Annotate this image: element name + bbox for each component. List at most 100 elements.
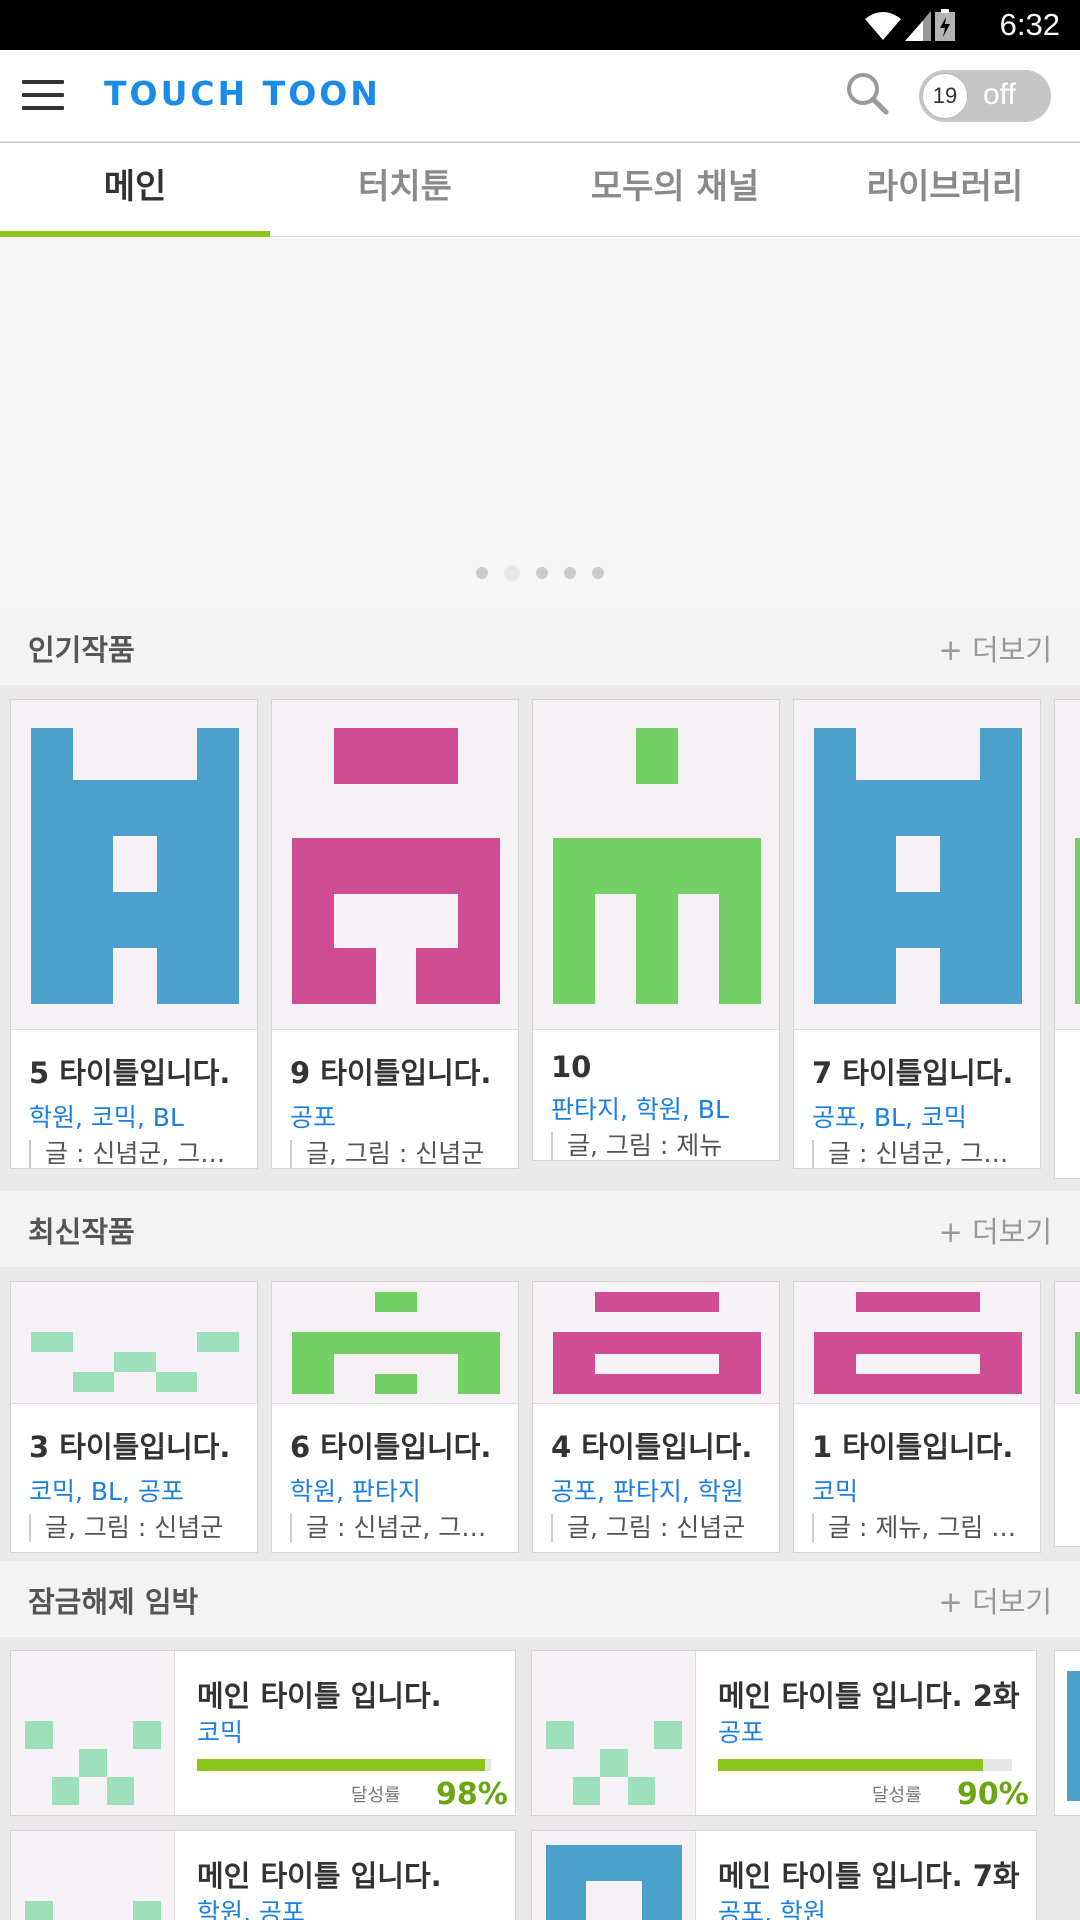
progress-fill xyxy=(718,1759,983,1771)
unlock-card[interactable]: 메인 타이틀 입니다. 학원, 공포 xyxy=(10,1830,516,1920)
comic-thumbnail xyxy=(1055,1282,1080,1404)
comic-thumbnail xyxy=(794,1282,1040,1404)
comic-card[interactable]: 5 타이틀입니다. 학원, 코믹, BL 글 : 신념군, 그림 : 제뉴 xyxy=(10,699,258,1169)
comic-genres: 공포, 판타지, 학원 xyxy=(551,1477,744,1506)
carousel-dot[interactable] xyxy=(476,567,488,579)
comic-thumbnail xyxy=(1055,700,1080,1030)
comic-thumbnail xyxy=(11,700,257,1030)
comic-author: 글 : 신념군, 그림 : 제뉴 xyxy=(29,1140,257,1168)
comic-genres: 코믹 xyxy=(812,1477,859,1506)
comic-author: 글, 그림 : 신념군 xyxy=(551,1514,779,1542)
unlock-title: 메인 타이틀 입니다. 2화 xyxy=(718,1679,1020,1713)
comic-card[interactable]: 1 타이틀입니다. 코믹 글 : 제뉴, 그림 : 신념군 xyxy=(793,1281,1041,1553)
comic-genres: 공포 xyxy=(290,1103,337,1132)
comic-genres: 판타지, 학원, BL xyxy=(551,1095,729,1124)
hamburger-menu-icon[interactable] xyxy=(22,80,64,110)
more-button[interactable]: + 더보기 xyxy=(938,1579,1052,1621)
more-button[interactable]: + 더보기 xyxy=(938,627,1052,669)
comic-card-partial[interactable] xyxy=(1054,1281,1080,1547)
unlock-thumbnail xyxy=(532,1831,696,1920)
app-logo[interactable]: TOUCH TOON xyxy=(104,74,381,113)
unlock-list[interactable]: 메인 타이틀 입니다. 코믹 달성률 98% 메인 타이틀 입니다. 2화 공포… xyxy=(0,1637,1080,1920)
unlock-card[interactable]: 메인 타이틀 입니다. 2화 공포 달성률 90% xyxy=(531,1650,1037,1816)
unlock-card[interactable]: 메인 타이틀 입니다. 7화 공포, 학원 xyxy=(531,1830,1037,1920)
section-title: 인기작품 xyxy=(28,633,135,667)
toggle-state-label: off xyxy=(983,78,1016,111)
comic-author: 글 : 제뉴, 그림 : 신념군 xyxy=(812,1514,1040,1542)
banner-carousel[interactable] xyxy=(0,237,1080,609)
comic-title: 10 xyxy=(551,1050,592,1084)
unlock-card[interactable]: 메인 타이틀 입니다. 코믹 달성률 98% xyxy=(10,1650,516,1816)
comic-card[interactable]: 4 타이틀입니다. 공포, 판타지, 학원 글, 그림 : 신념군 xyxy=(532,1281,780,1553)
carousel-indicator xyxy=(0,565,1080,581)
comic-thumbnail xyxy=(794,700,1040,1030)
unlock-thumbnail xyxy=(532,1651,696,1815)
more-button[interactable]: + 더보기 xyxy=(938,1209,1052,1251)
comic-thumbnail xyxy=(272,700,518,1030)
tab-everyone-channel[interactable]: 모두의 채널 xyxy=(540,143,810,236)
carousel-dot-active[interactable] xyxy=(504,565,520,581)
carousel-dot[interactable] xyxy=(536,567,548,579)
popular-list[interactable]: 5 타이틀입니다. 학원, 코믹, BL 글 : 신념군, 그림 : 제뉴 9 … xyxy=(0,685,1080,1191)
unlock-title: 메인 타이틀 입니다. xyxy=(197,1859,442,1893)
comic-genres: 코믹, BL, 공포 xyxy=(29,1477,184,1506)
comic-author: 글, 그림 : 신념군 xyxy=(29,1514,257,1542)
popular-section-header: 인기작품 + 더보기 xyxy=(0,609,1080,685)
comic-card[interactable]: 7 타이틀입니다. 공포, BL, 코믹 글 : 신념군, 그림 : 제뉴 xyxy=(793,699,1041,1169)
comic-author: 글 : 신념군, 그림 : 제뉴 xyxy=(812,1140,1040,1168)
unlock-thumbnail xyxy=(11,1651,175,1815)
comic-author: 글, 그림 : 신념군 xyxy=(290,1140,518,1168)
comic-genres: 공포, BL, 코믹 xyxy=(812,1103,967,1132)
comic-genres: 학원, 판타지 xyxy=(290,1477,421,1506)
comic-title: 6 타이틀입니다. xyxy=(290,1430,492,1464)
tab-library[interactable]: 라이브러리 xyxy=(810,143,1080,236)
clock: 6:32 xyxy=(999,7,1060,42)
comic-card[interactable]: 9 타이틀입니다. 공포 글, 그림 : 신념군 xyxy=(271,699,519,1169)
comic-thumbnail xyxy=(533,1282,779,1404)
recent-section-header: 최신작품 + 더보기 xyxy=(0,1191,1080,1267)
unlock-progress-bar xyxy=(197,1759,491,1771)
recent-list[interactable]: 3 타이틀입니다. 코믹, BL, 공포 글, 그림 : 신념군 6 타이틀입니… xyxy=(0,1267,1080,1561)
comic-card[interactable]: 3 타이틀입니다. 코믹, BL, 공포 글, 그림 : 신념군 xyxy=(10,1281,258,1553)
comic-title: 4 타이틀입니다. xyxy=(551,1430,753,1464)
comic-genres: 학원, 코믹, BL xyxy=(29,1103,184,1132)
battery-icon xyxy=(935,9,955,41)
tab-touchtoon[interactable]: 터치툰 xyxy=(270,143,540,236)
comic-title: 7 타이틀입니다. xyxy=(812,1056,1014,1090)
comic-author: 글, 그림 : 제뉴 xyxy=(551,1132,779,1160)
unlock-card-partial[interactable] xyxy=(1054,1650,1080,1816)
section-title: 잠금해제 임박 xyxy=(28,1585,199,1619)
section-title: 최신작품 xyxy=(28,1215,135,1249)
main-tabs: 메인 터치툰 모두의 채널 라이브러리 xyxy=(0,142,1080,238)
rate-label: 달성률 xyxy=(872,1785,922,1806)
tab-main[interactable]: 메인 xyxy=(0,143,270,238)
comic-author: 글 : 신념군, 그림 : 제뉴 xyxy=(290,1514,518,1542)
unlock-genres: 공포 xyxy=(718,1718,765,1747)
progress-fill xyxy=(197,1759,486,1771)
age-19-badge: 19 xyxy=(922,73,968,119)
adult-content-toggle[interactable]: 19 off xyxy=(919,70,1051,122)
unlock-genres: 학원, 공포 xyxy=(197,1898,305,1920)
search-icon[interactable] xyxy=(844,70,892,118)
signal-icon xyxy=(905,11,931,41)
status-bar: 6:32 xyxy=(0,0,1080,50)
unlock-title: 메인 타이틀 입니다. xyxy=(197,1679,442,1713)
unlock-genres: 공포, 학원 xyxy=(718,1898,826,1920)
comic-thumbnail xyxy=(533,700,779,1030)
app-bar: TOUCH TOON 19 off xyxy=(0,50,1080,142)
comic-card[interactable]: 6 타이틀입니다. 학원, 판타지 글 : 신념군, 그림 : 제뉴 xyxy=(271,1281,519,1553)
rate-percent: 90% xyxy=(957,1777,1029,1812)
carousel-dot[interactable] xyxy=(592,567,604,579)
rate-percent: 98% xyxy=(436,1777,508,1812)
comic-card-partial[interactable] xyxy=(1054,699,1080,1179)
unlock-genres: 코믹 xyxy=(197,1718,244,1747)
unlock-title: 메인 타이틀 입니다. 7화 xyxy=(718,1859,1020,1893)
unlock-thumbnail xyxy=(11,1831,175,1920)
comic-card[interactable]: 10 판타지, 학원, BL 글, 그림 : 제뉴 xyxy=(532,699,780,1161)
comic-title: 9 타이틀입니다. xyxy=(290,1056,492,1090)
comic-thumbnail xyxy=(272,1282,518,1404)
wifi-icon xyxy=(865,12,901,40)
carousel-dot[interactable] xyxy=(564,567,576,579)
comic-thumbnail xyxy=(11,1282,257,1404)
unlock-progress-bar xyxy=(718,1759,1012,1771)
